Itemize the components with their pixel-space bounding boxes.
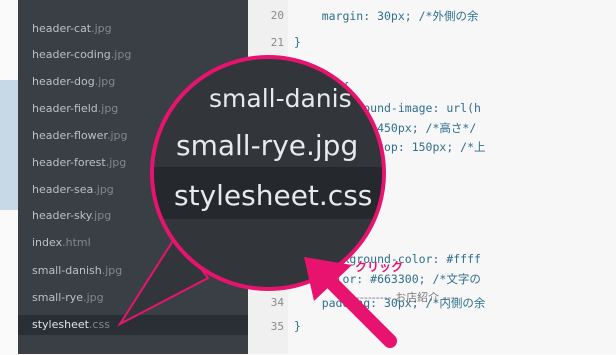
file-ext: .jpg	[97, 102, 119, 115]
line-number: 20	[270, 9, 284, 22]
file-item[interactable]: header-coding.jpg	[32, 45, 242, 65]
line-number: 21	[270, 36, 284, 49]
code-line: margin: 30px; /*外側の余	[294, 9, 479, 23]
file-ext: .jpg	[101, 264, 123, 277]
line-number: 35	[270, 320, 284, 333]
file-name: header-cat	[32, 22, 92, 35]
file-ext: .jpg	[105, 156, 127, 169]
file-name: header-forest	[32, 156, 106, 169]
magnifier-prev-item: small-danis	[209, 84, 352, 113]
file-ext: .jpg	[93, 183, 114, 196]
file-item-active[interactable]: stylesheet.css	[18, 315, 248, 335]
file-ext: .jpg	[90, 209, 112, 222]
file-ext: .jpg	[94, 75, 116, 88]
file-ext: .jpg	[91, 22, 112, 35]
file-name: index	[32, 236, 63, 249]
file-name: small-rye	[32, 291, 84, 304]
page-edge-strip	[0, 80, 18, 210]
file-ext: .css	[88, 318, 110, 331]
file-ext: .jpg	[83, 291, 104, 304]
file-item[interactable]: header-cat.jpg	[32, 19, 242, 39]
file-name: header-field	[32, 102, 98, 115]
click-label: クリック	[355, 260, 404, 274]
file-name: stylesheet	[32, 318, 89, 331]
line-number: 34	[270, 296, 284, 309]
file-ext: .jpg	[106, 129, 128, 142]
file-name: header-coding	[32, 48, 111, 61]
file-ext: .html	[62, 236, 91, 249]
file-name: small-danish	[32, 264, 102, 277]
file-name: header-sea	[32, 183, 94, 196]
file-name: header-sky	[32, 209, 91, 222]
file-item[interactable]: small-rye.jpg	[32, 288, 242, 308]
code-line: }	[294, 35, 301, 49]
file-ext: .jpg	[110, 48, 132, 61]
file-name: header-dog	[32, 75, 95, 88]
magnifier-item-small-rye: small-rye.jpg	[176, 129, 359, 162]
file-name: header-flower	[32, 129, 107, 142]
magnifier-item-stylesheet: stylesheet.css	[174, 179, 373, 212]
